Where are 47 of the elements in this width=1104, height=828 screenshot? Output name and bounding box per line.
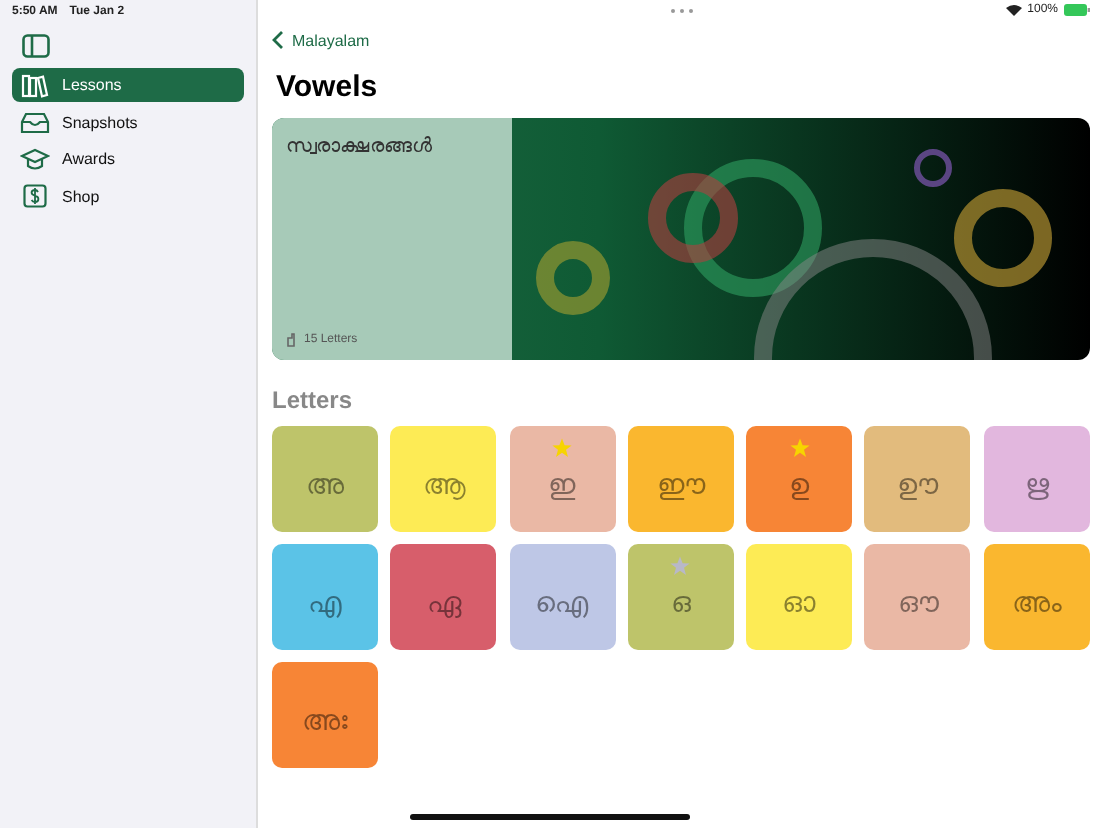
battery-icon xyxy=(1064,4,1090,16)
letter-tile[interactable]: ഉ xyxy=(746,426,853,532)
wifi-icon xyxy=(1005,4,1022,16)
letter-glyph: അഃ xyxy=(302,704,348,738)
letter-tile[interactable]: ഊ xyxy=(864,426,971,532)
sidebar-item[interactable]: Shop xyxy=(12,179,244,213)
book-icon xyxy=(20,73,50,97)
letter-tile[interactable]: അഃ xyxy=(272,662,378,768)
chevron-left-icon xyxy=(272,30,284,50)
letter-tile[interactable]: ആ xyxy=(390,426,497,532)
multitask-dots-icon[interactable] xyxy=(669,7,693,13)
letter-tile[interactable]: അം xyxy=(983,544,1090,650)
letter-glyph: ഏ xyxy=(426,586,461,620)
letter-glyph: ഈ xyxy=(656,468,705,502)
letter-glyph: ഐ xyxy=(535,586,590,620)
letter-glyph: ഓ xyxy=(782,586,817,620)
sidebar-item[interactable]: Awards xyxy=(12,142,244,176)
letter-glyph: ഇ xyxy=(548,468,577,502)
letter-glyph: എ xyxy=(308,586,342,620)
letter-glyph: ഉ xyxy=(789,468,810,502)
page-title: Vowels xyxy=(276,70,380,104)
photo-tray-icon xyxy=(20,111,50,133)
letter-glyph: അം xyxy=(1011,586,1062,620)
sidebar-item[interactable]: Snapshots xyxy=(12,105,244,139)
back-button[interactable]: Malayalam xyxy=(272,30,370,50)
letter-glyph: ഊ xyxy=(896,468,939,502)
letter-tile[interactable]: അ xyxy=(272,426,378,532)
letter-tile[interactable]: ഓ xyxy=(746,544,853,650)
letter-glyph: ഋ xyxy=(1024,468,1049,502)
letter-tile[interactable]: ഐ xyxy=(509,544,616,650)
letter-glyph: ഒ xyxy=(670,586,691,620)
letter-tile[interactable]: ഔ xyxy=(864,544,971,650)
letter-glyph: അ xyxy=(306,468,344,502)
sidebar-toggle-icon[interactable] xyxy=(22,34,50,58)
letter-tile[interactable]: ഋ xyxy=(983,426,1090,532)
letter-tile[interactable]: ഇ xyxy=(509,426,616,532)
dollar-sign-icon xyxy=(20,184,50,208)
section-heading: Letters xyxy=(272,386,355,414)
letter-glyph: ഔ xyxy=(897,586,938,620)
letter-tile[interactable]: ഈ xyxy=(627,426,734,532)
letter-glyph: ആ xyxy=(422,468,465,502)
letter-tile[interactable]: ഒ xyxy=(627,544,734,650)
sidebar-item[interactable]: Lessons xyxy=(12,68,244,102)
letter-tile[interactable]: ഏ xyxy=(390,544,497,650)
letter-tile[interactable]: എ xyxy=(272,544,378,650)
banner-title: സ്വരാക്ഷരങ്ങൾ xyxy=(286,136,434,158)
graduation-cap-icon xyxy=(20,147,50,171)
